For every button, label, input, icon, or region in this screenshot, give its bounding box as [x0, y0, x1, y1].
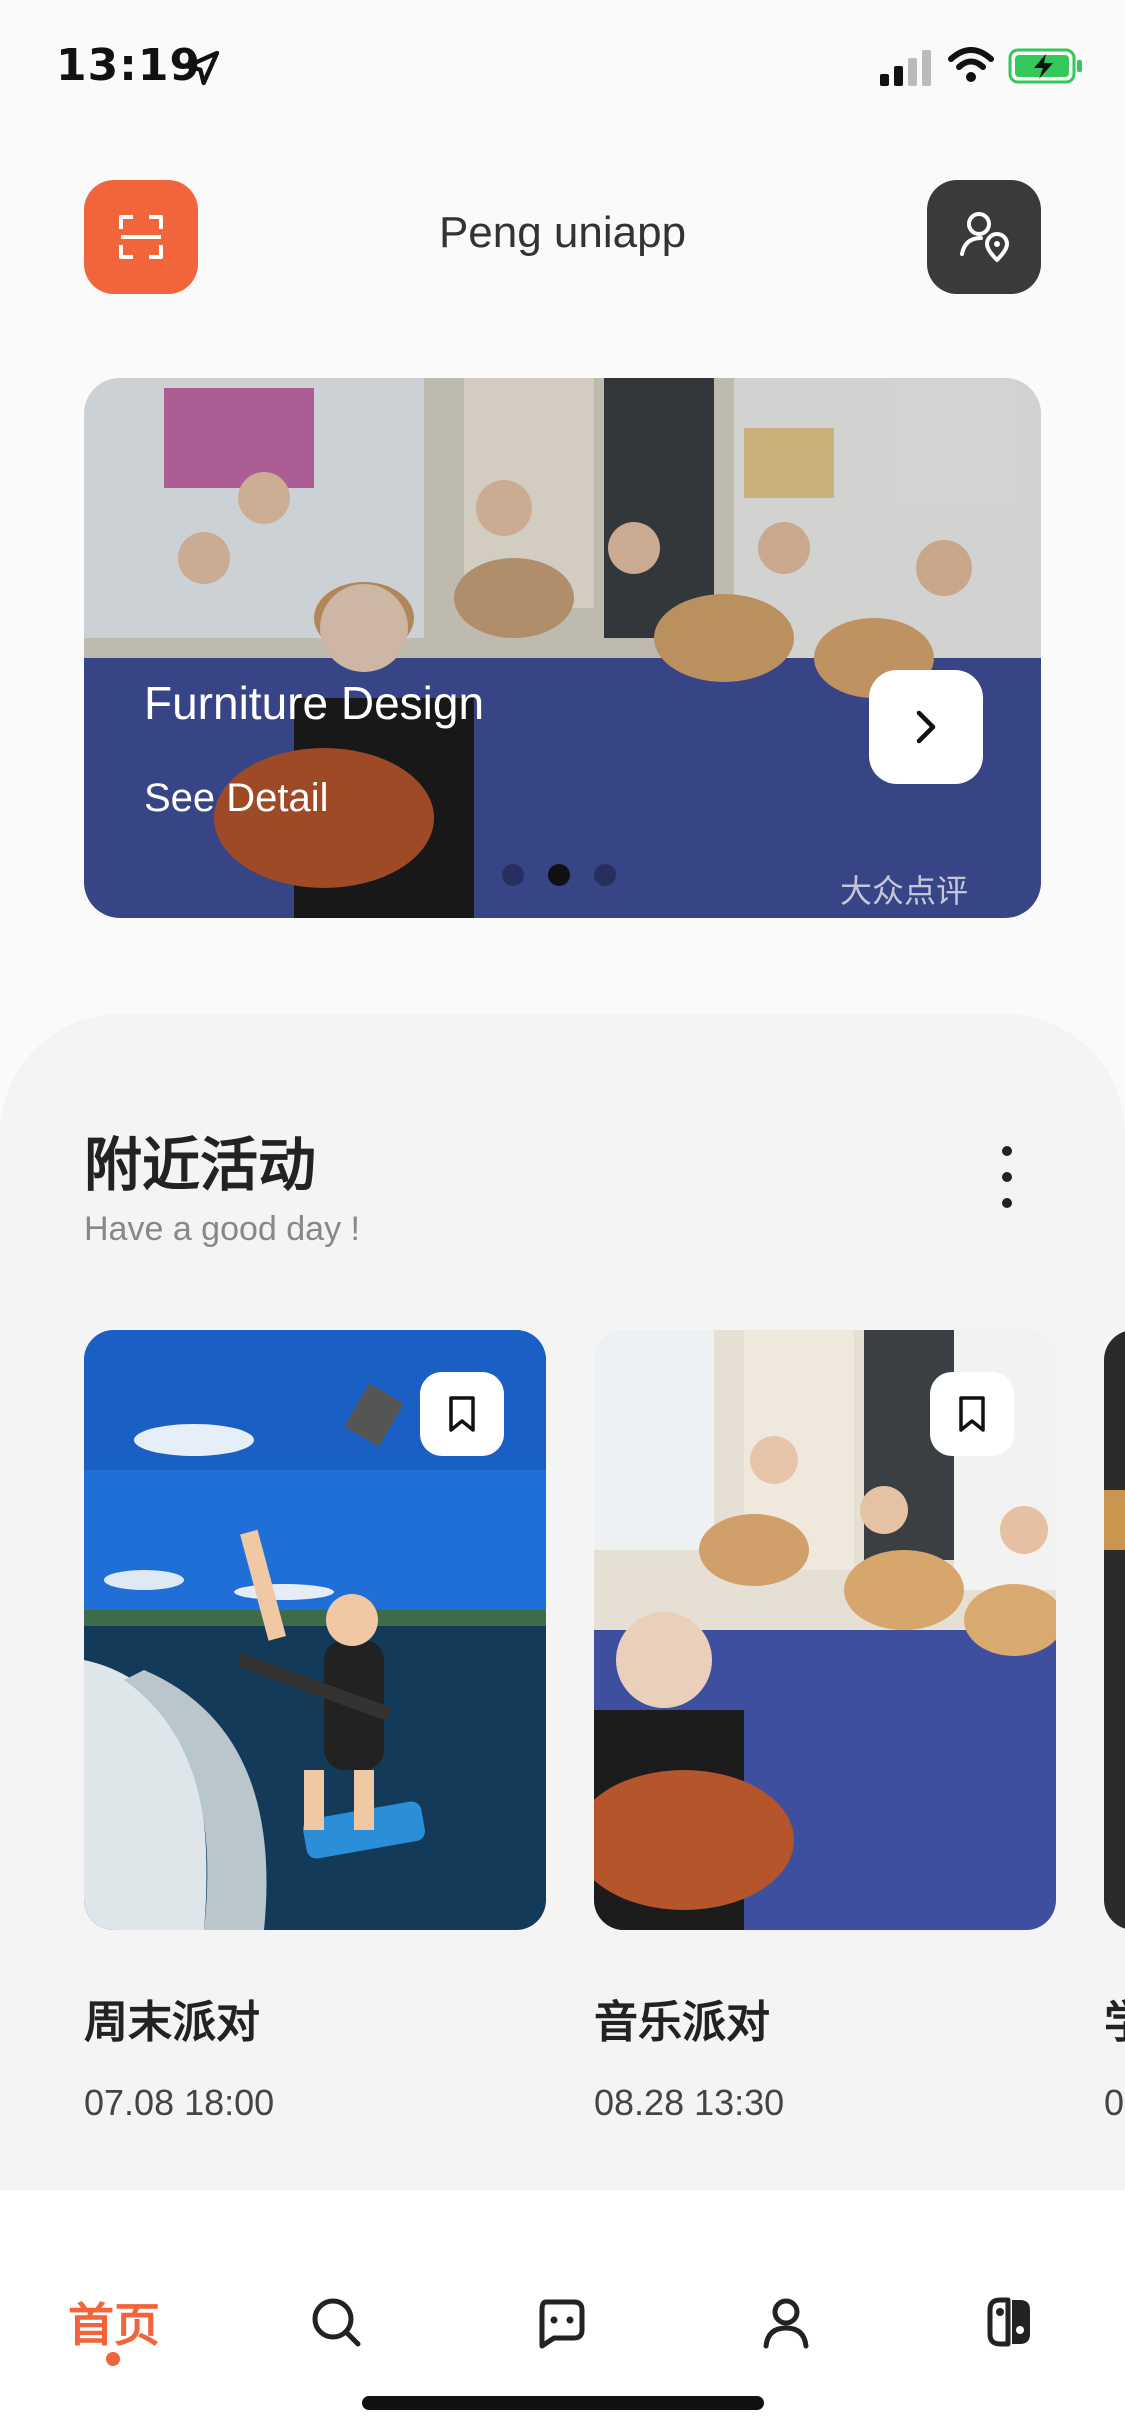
carousel-dot[interactable]	[502, 864, 524, 886]
chevron-right-icon	[916, 710, 936, 744]
activity-card-image	[594, 1330, 1056, 1930]
activity-card-clip: 学 0	[1104, 1330, 1125, 2230]
user-location-icon	[960, 212, 1009, 262]
more-options-button[interactable]	[990, 1146, 1024, 1208]
tab-profile[interactable]	[736, 2282, 836, 2362]
image-detail	[1104, 1490, 1125, 1550]
activity-card-image	[1104, 1330, 1125, 1930]
home-indicator	[362, 2396, 764, 2410]
section-title: 附近活动	[84, 1131, 317, 1199]
location-arrow-icon	[184, 50, 220, 86]
carousel-dot-active[interactable]	[548, 864, 570, 886]
activity-card-image	[84, 1330, 546, 1930]
banner-title: Furniture Design	[144, 677, 485, 729]
tab-home[interactable]: 首页	[62, 2282, 166, 2362]
banner-next-button[interactable]	[869, 670, 983, 784]
more-dot	[1002, 1172, 1012, 1182]
user-location-button[interactable]	[927, 180, 1041, 294]
switch-icon	[987, 2297, 1030, 2347]
banner-watermark: 大众点评	[840, 872, 969, 910]
status-bar: 13:19	[0, 0, 1125, 132]
status-time: 13:19	[56, 40, 202, 91]
user-icon	[763, 2298, 809, 2349]
more-dot	[1002, 1198, 1012, 1208]
tab-search[interactable]	[286, 2282, 386, 2362]
section-subtitle: Have a good day !	[84, 1210, 360, 1248]
tab-home-label: 首页	[68, 2298, 160, 2352]
bookmark-button[interactable]	[420, 1372, 504, 1456]
activity-title: 周末派对	[84, 1997, 260, 2048]
cellular-signal-icon	[880, 50, 931, 86]
wifi-icon	[948, 47, 994, 82]
nearby-activities-section: 附近活动 Have a good day ! 周末派对 07.08 18:00 …	[0, 1014, 1125, 2194]
activity-date: 0	[1104, 2082, 1125, 2123]
activity-title: 学	[1104, 1986, 1125, 2050]
bookmark-icon	[449, 1396, 475, 1432]
tab-active-indicator	[106, 2352, 120, 2366]
bookmark-button[interactable]	[930, 1372, 1014, 1456]
banner-see-detail-link[interactable]: See Detail	[144, 776, 329, 821]
more-dot	[1002, 1146, 1012, 1156]
activity-date: 07.08 18:00	[84, 2082, 275, 2123]
activity-card[interactable]: 周末派对 07.08 18:00	[84, 1330, 546, 2123]
activity-date: 08.28 13:30	[594, 2082, 785, 2123]
banner-image	[84, 378, 1041, 918]
carousel-dots	[502, 864, 616, 886]
activity-card[interactable]: 学 0	[1104, 1330, 1125, 2123]
activity-card[interactable]: 音乐派对 08.28 13:30	[594, 1330, 1056, 2123]
activity-title: 音乐派对	[594, 1997, 770, 2048]
battery-charging-icon	[1008, 48, 1082, 84]
tab-messages[interactable]	[510, 2282, 610, 2362]
chat-icon	[539, 2299, 585, 2349]
bookmark-icon	[959, 1396, 985, 1432]
search-icon	[312, 2298, 361, 2347]
tab-switch[interactable]	[960, 2282, 1060, 2362]
carousel-dot[interactable]	[594, 864, 616, 886]
banner-carousel[interactable]: Furniture Design See Detail 大众点评	[84, 378, 1041, 918]
